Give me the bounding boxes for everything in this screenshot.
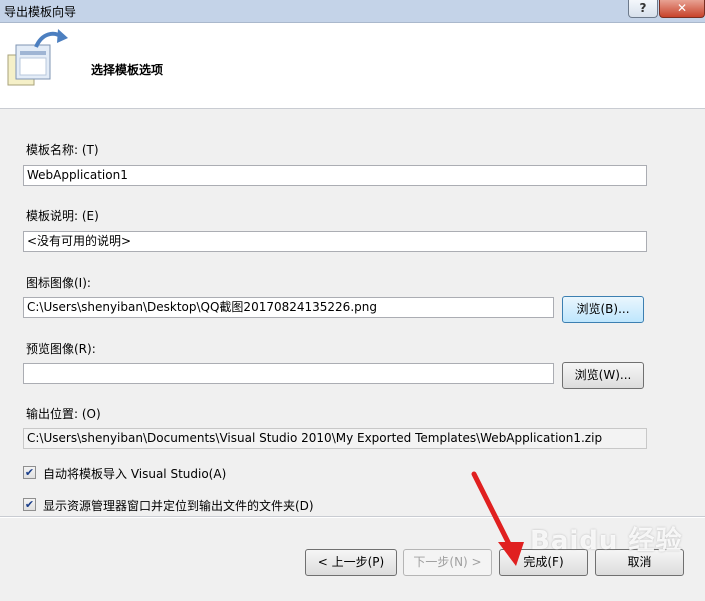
wizard-header: 选择模板选项	[0, 23, 705, 109]
page-heading: 选择模板选项	[91, 63, 164, 77]
back-button[interactable]: < 上一步(P)	[305, 549, 397, 576]
show-explorer-checkbox[interactable]: ✔	[23, 498, 36, 511]
template-description-input[interactable]: <没有可用的说明>	[23, 231, 647, 252]
preview-image-label: 预览图像(R):	[26, 342, 96, 356]
show-explorer-label[interactable]: 显示资源管理器窗口并定位到输出文件的文件夹(D)	[43, 497, 314, 514]
preview-browse-button[interactable]: 浏览(W)...	[562, 362, 644, 389]
output-location-label: 输出位置: (O)	[26, 407, 101, 421]
icon-image-input[interactable]: C:\Users\shenyiban\Desktop\QQ截图201708241…	[23, 297, 554, 318]
export-template-icon	[7, 29, 68, 86]
help-button[interactable]: ?	[628, 0, 658, 18]
watermark: Baidu 经验	[530, 526, 683, 556]
close-button[interactable]: ✕	[659, 0, 705, 18]
auto-import-label[interactable]: 自动将模板导入 Visual Studio(A)	[43, 465, 226, 482]
template-name-label: 模板名称: (T)	[26, 143, 99, 157]
icon-image-label: 图标图像(I):	[26, 276, 91, 290]
template-name-input[interactable]: WebApplication1	[23, 165, 647, 186]
template-description-label: 模板说明: (E)	[26, 209, 99, 223]
title-bar: 导出模板向导 ? ✕	[0, 0, 705, 23]
icon-browse-button[interactable]: 浏览(B)...	[562, 296, 644, 323]
auto-import-checkbox[interactable]: ✔	[23, 466, 36, 479]
output-location-field: C:\Users\shenyiban\Documents\Visual Stud…	[23, 428, 647, 449]
footer-separator	[0, 516, 705, 518]
window-title: 导出模板向导	[4, 5, 77, 19]
annotation-arrow-icon	[471, 471, 524, 566]
preview-image-input[interactable]	[23, 363, 554, 384]
